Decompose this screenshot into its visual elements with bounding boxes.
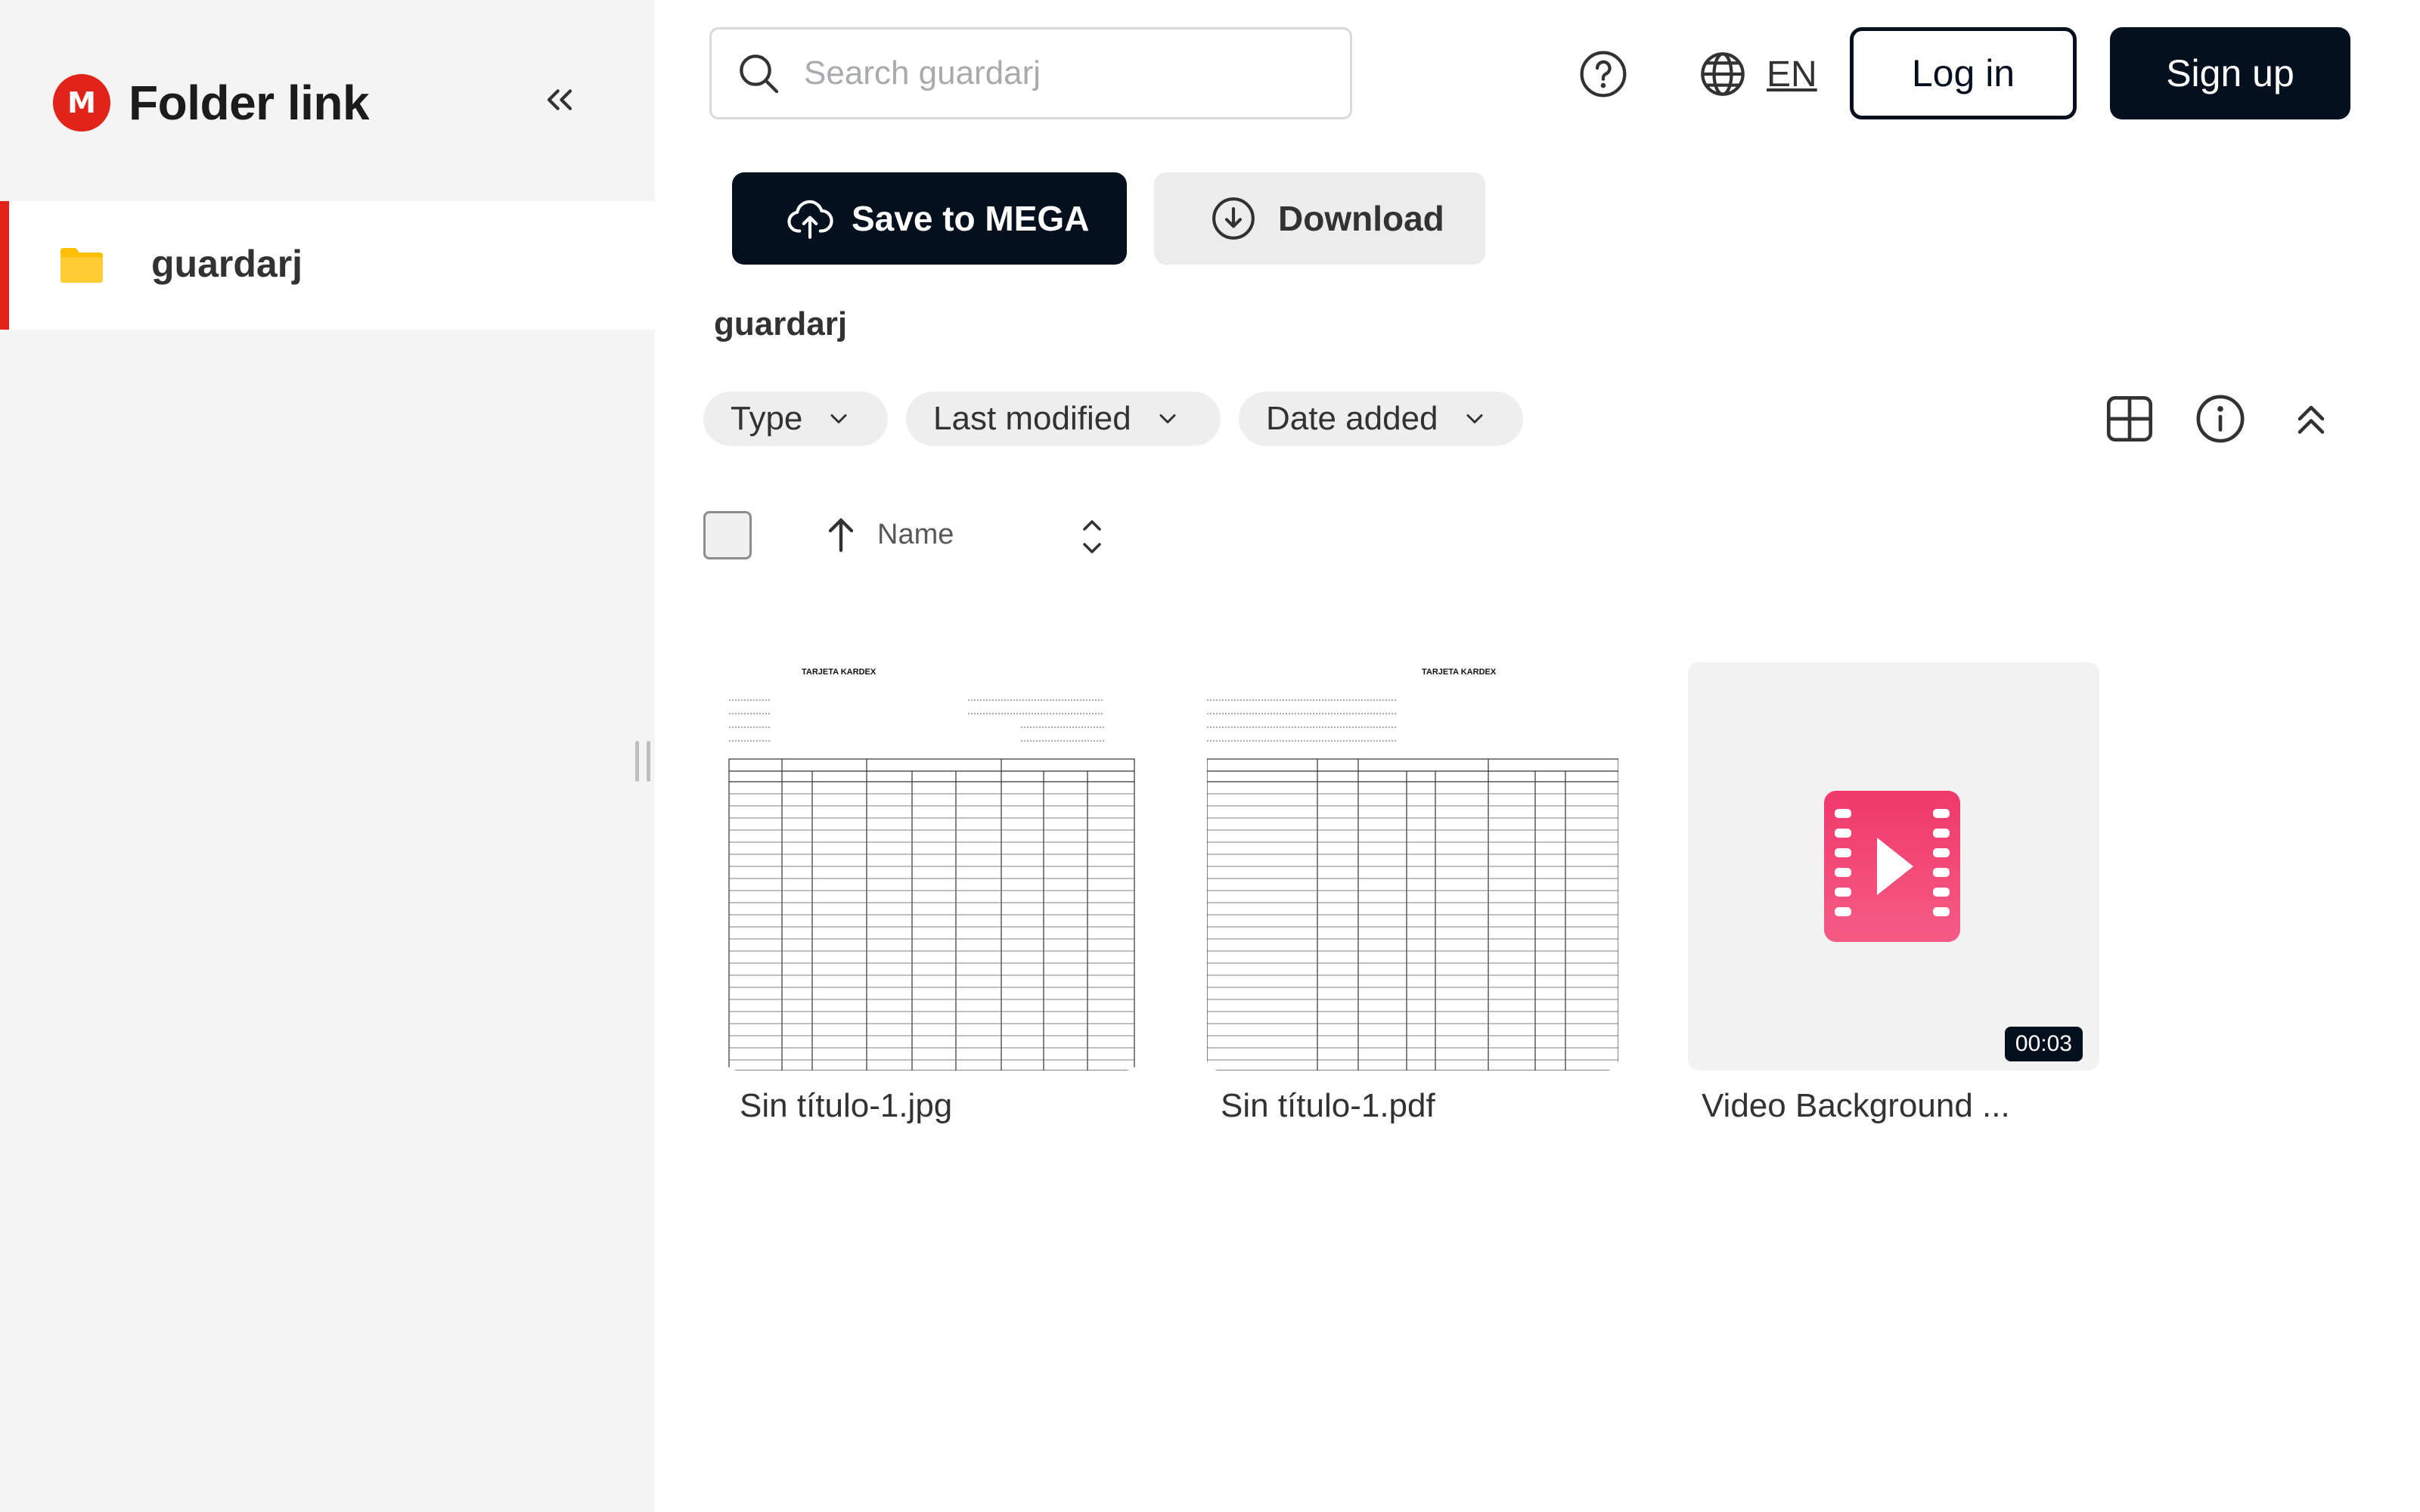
chevrons-left-icon (547, 89, 572, 110)
download-label: Download (1278, 199, 1444, 238)
chevron-down-icon (830, 414, 847, 423)
image-thumbnail: TARJETA KARDEX (726, 662, 1137, 1070)
mega-logo-icon: M (53, 74, 110, 132)
filter-type-label: Type (731, 400, 803, 437)
sidebar-resize-handle[interactable] (635, 741, 650, 782)
info-icon (2196, 395, 2245, 443)
language-code: EN (1767, 54, 1817, 94)
filter-last-modified-chip[interactable]: Last modified (906, 392, 1221, 446)
file-card[interactable]: TARJETA KARDEX Sin título-1.jpg (726, 662, 1137, 1125)
filter-last-modified-label: Last modified (933, 400, 1131, 437)
search-input[interactable] (804, 54, 1318, 92)
sidebar-item-guardarj[interactable]: guardarj (0, 201, 655, 330)
login-button[interactable]: Log in (1850, 27, 2077, 119)
grid-view-button[interactable] (2101, 390, 2158, 448)
app-title: Folder link (129, 76, 370, 130)
file-card[interactable]: TARJETA KARDEX Sin título-1.pdf (1207, 662, 1618, 1125)
file-name: Sin título-1.pdf (1221, 1087, 1435, 1124)
download-circle-icon (1212, 197, 1255, 240)
chevron-down-icon (1159, 414, 1176, 423)
chevrons-up-icon (2297, 405, 2325, 434)
active-indicator (0, 201, 9, 330)
language-selector[interactable]: EN (1699, 45, 1817, 103)
download-button[interactable]: Download (1154, 172, 1485, 265)
save-to-mega-button[interactable]: Save to MEGA (732, 172, 1127, 265)
globe-icon (1701, 52, 1745, 96)
signup-button[interactable]: Sign up (2110, 27, 2350, 119)
video-file-icon (1824, 791, 1960, 942)
filter-type-chip[interactable]: Type (703, 392, 888, 446)
file-name: Video Background ... (1702, 1087, 2010, 1124)
kardex-preview-image: TARJETA KARDEX (728, 668, 1135, 1070)
video-thumbnail: 00:03 (1688, 662, 2099, 1070)
sidebar: M Folder link guardarj (0, 0, 655, 1512)
brand[interactable]: M Folder link (53, 73, 370, 133)
grid-view-icon (2106, 395, 2153, 442)
collapse-sidebar-button[interactable] (529, 70, 590, 130)
help-button[interactable] (1575, 45, 1632, 103)
file-card[interactable]: 00:03 Video Background ... (1688, 662, 2099, 1125)
sidebar-item-label: guardarj (151, 243, 303, 285)
kardex-preview-pdf: TARJETA KARDEX (1207, 668, 1618, 1070)
chevron-down-icon (1466, 414, 1483, 423)
save-to-mega-label: Save to MEGA (852, 199, 1090, 238)
preview-title: TARJETA KARDEX (802, 668, 876, 677)
arrow-up-icon[interactable] (823, 516, 859, 555)
search-field[interactable] (709, 27, 1352, 119)
sort-by-name-label[interactable]: Name (877, 519, 954, 551)
collapse-header-button[interactable] (2282, 390, 2340, 448)
sort-toggle-icon[interactable] (1074, 514, 1110, 559)
pdf-thumbnail: TARJETA KARDEX (1207, 662, 1618, 1070)
search-icon (740, 54, 779, 94)
video-duration-badge: 00:03 (2004, 1027, 2083, 1061)
select-all-checkbox[interactable] (703, 511, 752, 559)
help-circle-icon (1580, 51, 1627, 98)
filter-date-added-chip[interactable]: Date added (1239, 392, 1523, 446)
filter-date-added-label: Date added (1266, 400, 1438, 437)
file-name: Sin título-1.jpg (740, 1087, 953, 1124)
folder-title: guardarj (714, 305, 848, 342)
info-button[interactable] (2192, 390, 2249, 448)
preview-title: TARJETA KARDEX (1422, 668, 1497, 677)
folder-icon (60, 248, 103, 283)
cloud-upload-icon (787, 200, 833, 239)
